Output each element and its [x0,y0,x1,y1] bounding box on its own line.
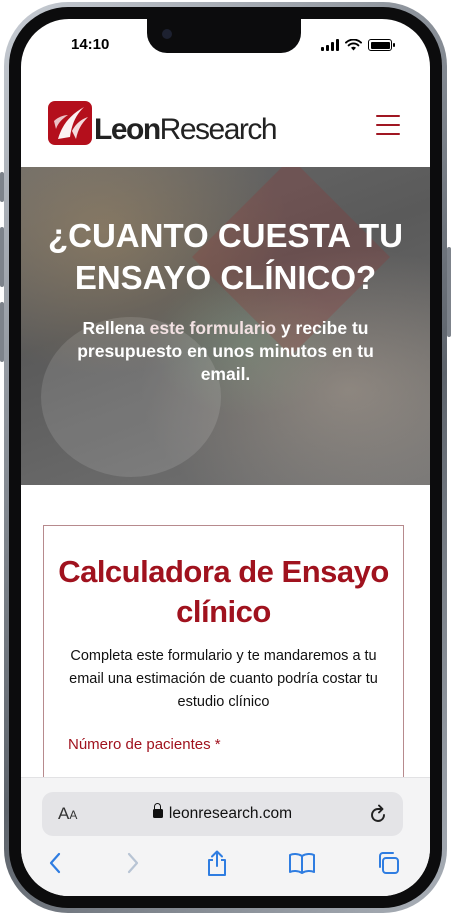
bookmarks-icon[interactable] [287,848,317,878]
share-icon[interactable] [202,848,232,878]
screen: 14:10 LeonResearch ¿CUANTO CUESTA TU ENS… [21,19,430,896]
power-button [447,247,451,337]
mute-switch [0,172,4,202]
notch [147,19,301,53]
hero-subtitle: Rellena este formulario y recibe tu pres… [77,318,374,384]
browser-bottom-bar: AA leonresearch.com [21,777,430,896]
hero-banner: ¿CUANTO CUESTA TU ENSAYO CLÍNICO? Rellen… [21,167,430,485]
status-time: 14:10 [71,36,110,53]
card-description: Completa este formulario y te mandaremos… [69,648,378,710]
form-link[interactable]: este formulario [150,318,276,338]
reload-icon[interactable] [369,803,389,825]
site-header: LeonResearch [21,81,430,167]
logo-text: LeonResearch [94,113,278,146]
patients-field-label: Número de pacientes * [68,736,221,753]
leon-logo-icon [48,101,92,145]
card-title: Calculadora de Ensayo clínico [58,554,389,629]
address-bar[interactable]: AA leonresearch.com [42,792,403,836]
cellular-signal-icon [321,39,339,51]
site-logo[interactable]: LeonResearch [48,101,278,146]
browser-toolbar [21,848,430,878]
status-icons [321,39,395,51]
back-icon[interactable] [40,848,70,878]
hero-title: ¿CUANTO CUESTA TU ENSAYO CLÍNICO? [47,217,404,296]
volume-down-button [0,302,4,362]
battery-icon [368,39,395,51]
tabs-icon[interactable] [373,848,403,878]
url-text: leonresearch.com [168,805,293,822]
phone-frame: 14:10 LeonResearch ¿CUANTO CUESTA TU ENS… [0,2,451,913]
menu-icon[interactable] [376,115,400,135]
lock-icon [152,803,163,818]
wifi-icon [345,39,362,51]
url-display[interactable]: leonresearch.com [42,803,403,823]
front-camera [162,29,172,39]
forward-icon[interactable] [118,848,148,878]
volume-up-button [0,227,4,287]
